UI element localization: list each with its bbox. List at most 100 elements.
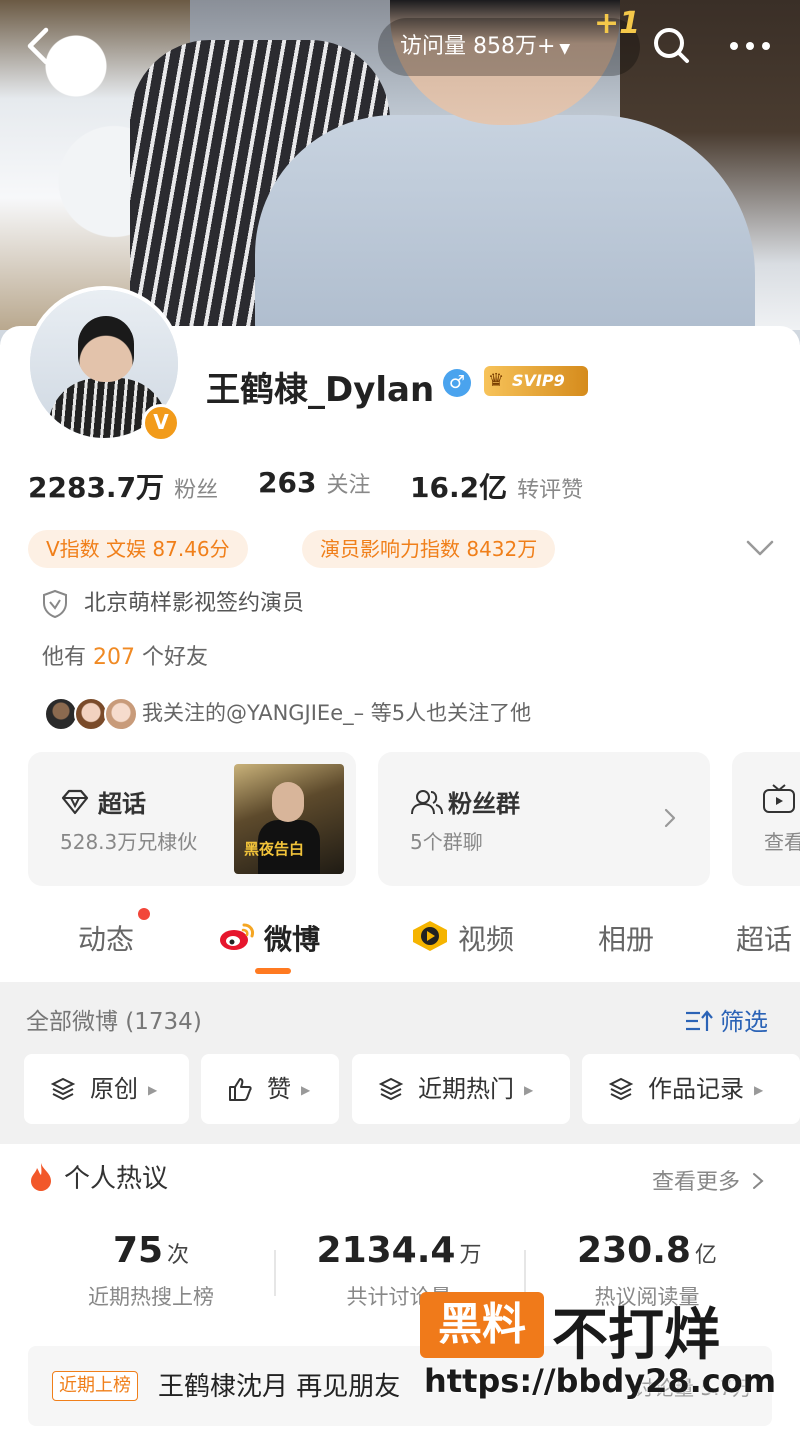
metric-value: 230.8 <box>577 1230 691 1271</box>
chevron-right-icon <box>662 806 678 834</box>
group-icon <box>410 788 443 816</box>
v-index-tag[interactable]: V指数 文娱 87.46分 <box>28 530 248 568</box>
agency-text: 北京萌样影视签约演员 <box>84 591 305 616</box>
notification-dot <box>138 908 150 920</box>
filter-icon <box>684 1009 714 1033</box>
search-icon[interactable] <box>648 22 694 68</box>
stat-fans-label: 粉丝 <box>174 478 219 503</box>
tab-weibo[interactable]: 微博 <box>218 918 320 958</box>
metric-value: 2134.4 <box>316 1230 456 1271</box>
video-card[interactable]: 查看 <box>732 752 800 886</box>
recent-trend-badge: 近期上榜 <box>52 1371 138 1401</box>
video-play-icon <box>410 919 450 953</box>
chip-works-label: 作品记录 <box>648 1075 744 1103</box>
stat-fans-value: 2283.7万 <box>28 471 165 504</box>
fire-icon <box>28 1162 54 1192</box>
layers-icon <box>378 1059 404 1101</box>
profile-name: 王鹤棣_Dylan <box>206 370 435 410</box>
tab-dynamic[interactable]: 动态 <box>78 918 134 958</box>
metric-hot-search: 75 次 近期热搜上榜 <box>26 1230 276 1311</box>
active-tab-indicator <box>255 968 291 974</box>
weibo-icon <box>218 921 256 953</box>
stat-likes-label: 转评赞 <box>517 478 584 503</box>
chip-original-label: 原创 <box>90 1075 138 1103</box>
metric-unit: 次 <box>167 1243 190 1268</box>
metric-discussion: 2134.4 万 共计讨论量 <box>274 1230 524 1311</box>
metric-reads: 230.8 亿 热议阅读量 <box>522 1230 772 1311</box>
diamond-icon <box>60 788 90 816</box>
chip-likes-label: 赞 <box>267 1075 291 1103</box>
male-icon: ♂ <box>443 369 471 397</box>
see-more-label: 查看更多 <box>652 1170 741 1195</box>
see-more-link[interactable]: 查看更多 <box>652 1164 765 1196</box>
trend-count: 讨论量 5.7万 <box>634 1376 753 1400</box>
super-topic-card[interactable]: 超话 528.3万兄棣伙 黑夜告白 <box>28 752 356 886</box>
drama-poster: 黑夜告白 <box>234 764 344 874</box>
friends-count: 207 <box>93 645 136 670</box>
tab-super-topic[interactable]: 超话 <box>736 918 792 958</box>
svip-badge[interactable]: ♛ SVIP9 <box>484 366 588 396</box>
hot-discussion-title: 个人热议 <box>28 1160 168 1198</box>
filter-button[interactable]: 筛选 <box>684 1002 768 1037</box>
tab-weibo-label: 微博 <box>264 923 321 956</box>
tab-video-label: 视频 <box>458 923 515 956</box>
chip-recent-hot-label: 近期热门 <box>418 1075 514 1103</box>
metric-label: 共计讨论量 <box>346 1285 452 1309</box>
crown-icon: ♛ <box>488 370 505 391</box>
metric-value: 75 <box>112 1230 164 1271</box>
more-icon[interactable] <box>722 22 778 68</box>
chevron-right-icon <box>751 1171 765 1191</box>
trending-item[interactable]: 近期上榜 王鹤棣沈月 再见朋友 讨论量 5.7万 <box>28 1346 772 1426</box>
caret-down-icon: ▼ <box>559 41 571 57</box>
tab-video[interactable]: 视频 <box>410 918 514 958</box>
metric-unit: 万 <box>459 1243 482 1268</box>
caret-right-icon: ▶ <box>754 1083 764 1097</box>
chip-likes[interactable]: 赞 ▶ <box>201 1054 339 1124</box>
fan-group-label: 粉丝群 <box>448 790 520 818</box>
fan-group-card[interactable]: 粉丝群 5个群聊 <box>378 752 710 886</box>
poster-title: 黑夜告白 <box>244 840 305 858</box>
plus-one-badge: +1 <box>594 6 641 41</box>
hot-discussion-label: 个人热议 <box>64 1164 169 1194</box>
actor-influence-tag[interactable]: 演员影响力指数 8432万 <box>302 530 556 568</box>
metric-unit: 亿 <box>694 1243 717 1268</box>
verified-badge: V <box>142 404 180 442</box>
tab-album[interactable]: 相册 <box>598 918 654 958</box>
shield-icon <box>42 589 68 619</box>
thumbs-up-icon <box>227 1059 253 1101</box>
svip-label: SVIP9 <box>512 371 565 390</box>
stat-likes[interactable]: 16.2亿 转评赞 <box>410 466 583 506</box>
mutual-text: 我关注的@YANGJIEe_– 等5人也关注了他 <box>142 701 532 725</box>
visits-label: 访问量 858万+ <box>400 34 556 59</box>
stat-following[interactable]: 263 关注 <box>258 466 370 499</box>
chip-recent-hot[interactable]: 近期热门 ▶ <box>352 1054 570 1124</box>
avatar <box>74 697 108 731</box>
metric-label: 热议阅读量 <box>594 1285 700 1309</box>
super-topic-title: 超话 <box>60 784 146 819</box>
super-topic-sub: 528.3万兄棣伙 <box>60 830 198 854</box>
trend-title: 王鹤棣沈月 再见朋友 <box>158 1372 401 1402</box>
layers-icon <box>608 1059 634 1101</box>
friends-suffix: 个好友 <box>142 645 209 670</box>
all-posts-heading: 全部微博 (1734) <box>26 1009 202 1035</box>
stat-likes-value: 16.2亿 <box>410 471 508 504</box>
filter-label: 筛选 <box>720 1008 768 1036</box>
friends-prefix: 他有 <box>42 645 87 670</box>
back-icon[interactable] <box>18 24 62 68</box>
chip-works[interactable]: 作品记录 ▶ <box>582 1054 800 1124</box>
fan-group-title: 粉丝群 <box>410 784 520 819</box>
stat-fans[interactable]: 2283.7万 粉丝 <box>28 466 218 506</box>
caret-right-icon: ▶ <box>524 1083 534 1097</box>
agency-info: 北京萌样影视签约演员 <box>42 588 304 620</box>
top-bar: 访问量 858万+ ▼ +1 <box>0 0 800 95</box>
friends-info[interactable]: 他有 207 个好友 <box>42 642 208 674</box>
caret-right-icon: ▶ <box>148 1083 158 1097</box>
super-topic-label: 超话 <box>98 790 146 818</box>
chip-original[interactable]: 原创 ▶ <box>24 1054 189 1124</box>
avatar <box>104 697 138 731</box>
stat-following-label: 关注 <box>326 473 371 498</box>
tv-icon <box>762 784 796 818</box>
avatar <box>44 697 78 731</box>
chevron-down-icon[interactable] <box>742 530 778 566</box>
layers-icon <box>50 1059 76 1101</box>
